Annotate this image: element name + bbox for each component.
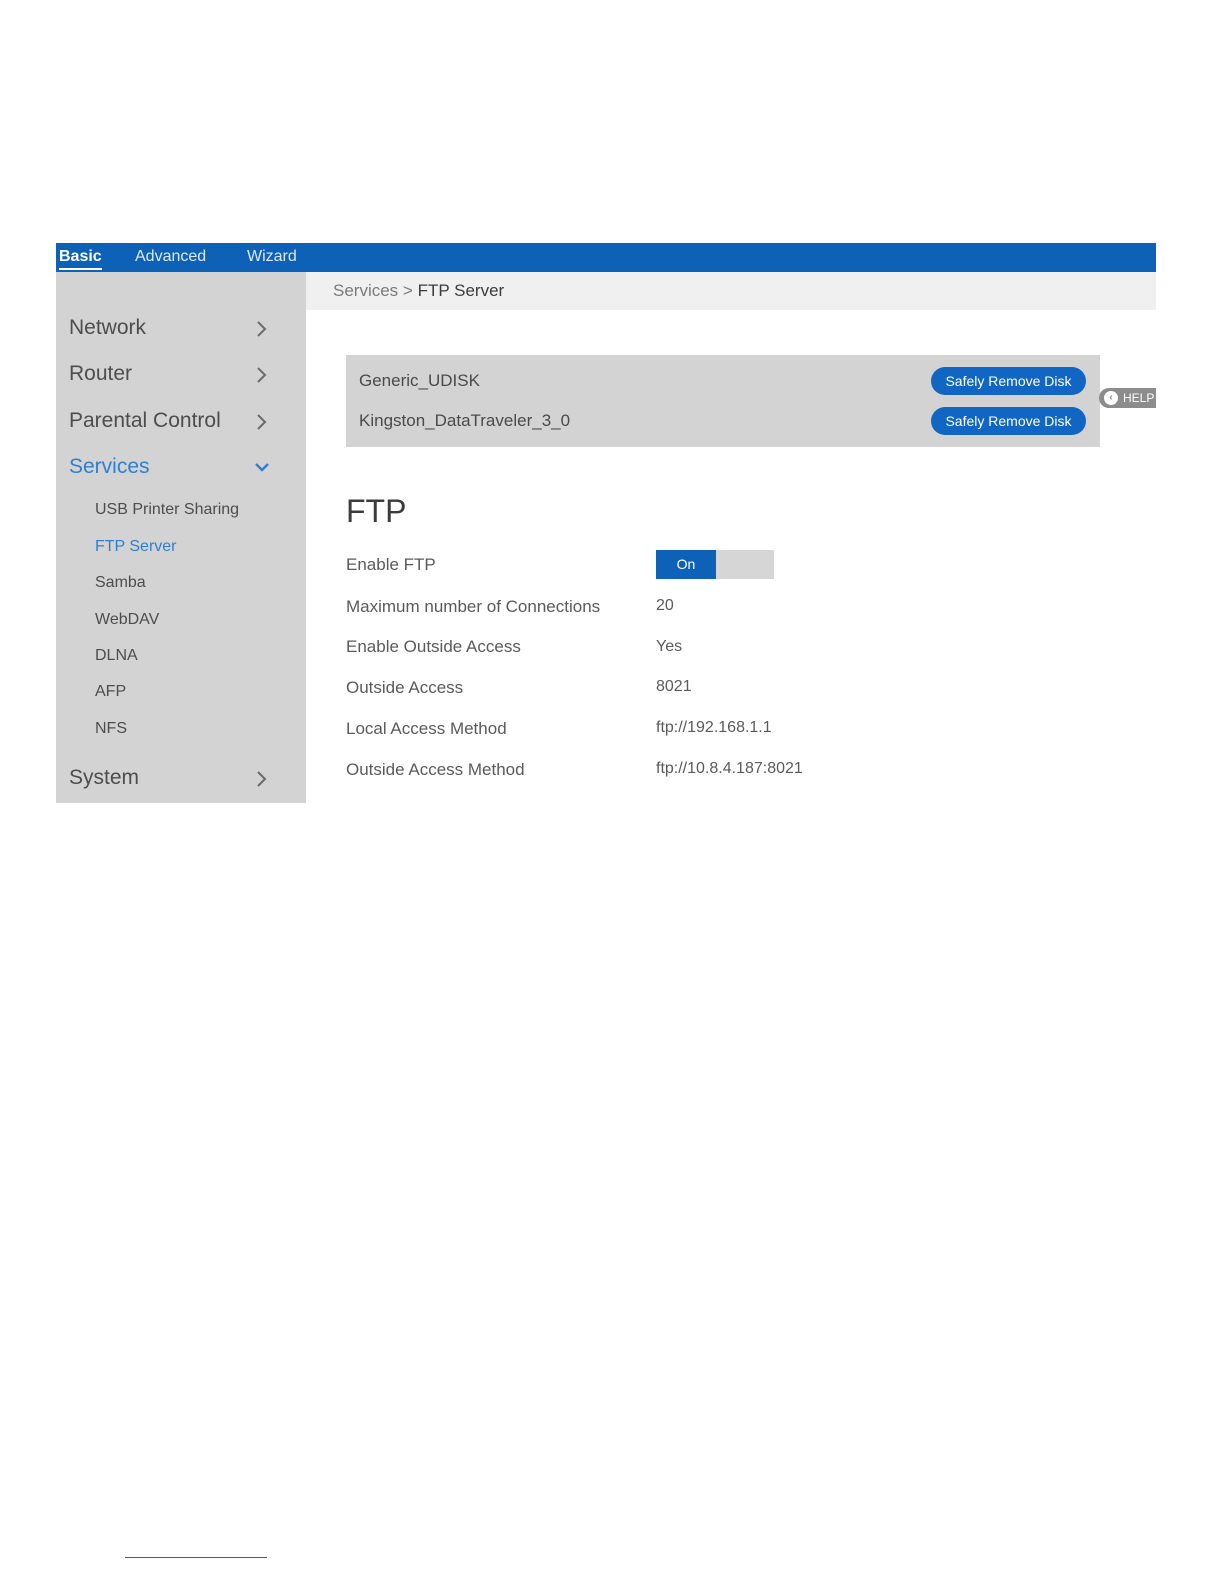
outside-access-method-value: ftp://10.8.4.187:8021 [656, 760, 803, 777]
safely-remove-disk-button[interactable]: Safely Remove Disk [931, 407, 1086, 435]
help-tab[interactable]: ‹ HELP [1099, 388, 1156, 408]
sidebar-item-label: System [69, 766, 140, 789]
enable-outside-access-label: Enable Outside Access [346, 637, 521, 656]
chevron-right-icon [251, 766, 273, 792]
sidebar-subitem-usb-printer-sharing[interactable]: USB Printer Sharing [95, 501, 239, 519]
chevron-down-icon [251, 455, 273, 481]
sidebar-subitem-ftp-server[interactable]: FTP Server [95, 538, 177, 556]
outside-access-label: Outside Access [346, 678, 464, 697]
sidebar-item-services[interactable]: Services [69, 455, 269, 483]
max-connections-label: Maximum number of Connections [346, 597, 601, 616]
tab-advanced[interactable]: Advanced [135, 247, 206, 267]
sidebar-subitem-samba[interactable]: Samba [95, 574, 146, 592]
disk-name: Kingston_DataTraveler_3_0 [359, 411, 571, 430]
enable-outside-access-value: Yes [656, 638, 683, 655]
sidebar: Network Router Parental Control Services… [56, 272, 306, 803]
sidebar-item-system[interactable]: System [69, 766, 269, 794]
tab-basic[interactable]: Basic [59, 247, 102, 270]
outside-access-value: 8021 [656, 678, 692, 695]
local-access-method-label: Local Access Method [346, 719, 507, 738]
disk-row: Kingston_DataTraveler_3_0 Safely Remove … [346, 407, 1100, 437]
breadcrumb-current: FTP Server [417, 281, 505, 300]
disk-row: Generic_UDISK Safely Remove Disk [346, 367, 1100, 397]
sidebar-item-label: Network [69, 316, 147, 339]
chevron-right-icon [251, 409, 273, 435]
enable-ftp-toggle[interactable]: On [656, 550, 774, 579]
sidebar-item-router[interactable]: Router [69, 362, 269, 390]
chevron-left-icon: ‹ [1104, 391, 1118, 405]
outside-access-method-label: Outside Access Method [346, 760, 525, 779]
breadcrumb-parent[interactable]: Services [333, 281, 398, 300]
local-access-method-value: ftp://192.168.1.1 [656, 719, 772, 736]
sidebar-subitem-webdav[interactable]: WebDAV [95, 611, 159, 629]
disk-panel: Generic_UDISK Safely Remove Disk Kingsto… [346, 355, 1100, 447]
toggle-on-label: On [656, 550, 716, 579]
router-admin-app: Basic Advanced Wizard Network Router Par… [56, 243, 1156, 803]
breadcrumb: Services > FTP Server [306, 272, 1156, 310]
sidebar-item-parental-control[interactable]: Parental Control [69, 409, 269, 437]
top-nav-bar: Basic Advanced Wizard [56, 243, 1156, 272]
safely-remove-disk-button[interactable]: Safely Remove Disk [931, 367, 1086, 395]
chevron-right-icon [251, 316, 273, 342]
disk-name: Generic_UDISK [359, 371, 480, 390]
sidebar-item-label: Router [69, 362, 133, 385]
sidebar-subitem-nfs[interactable]: NFS [95, 720, 127, 738]
max-connections-value: 20 [656, 597, 674, 614]
sidebar-subitem-dlna[interactable]: DLNA [95, 647, 138, 665]
sidebar-subitem-afp[interactable]: AFP [95, 683, 126, 701]
section-title: FTP [346, 493, 407, 529]
tab-wizard[interactable]: Wizard [247, 247, 297, 267]
sidebar-item-label: Parental Control [69, 409, 221, 432]
enable-ftp-label: Enable FTP [346, 555, 436, 574]
sidebar-item-label: Services [69, 455, 150, 478]
breadcrumb-separator: > [402, 281, 413, 300]
help-label: HELP [1123, 391, 1155, 405]
chevron-right-icon [251, 362, 273, 388]
sidebar-item-network[interactable]: Network [69, 316, 269, 344]
footnote-separator [125, 1557, 267, 1558]
